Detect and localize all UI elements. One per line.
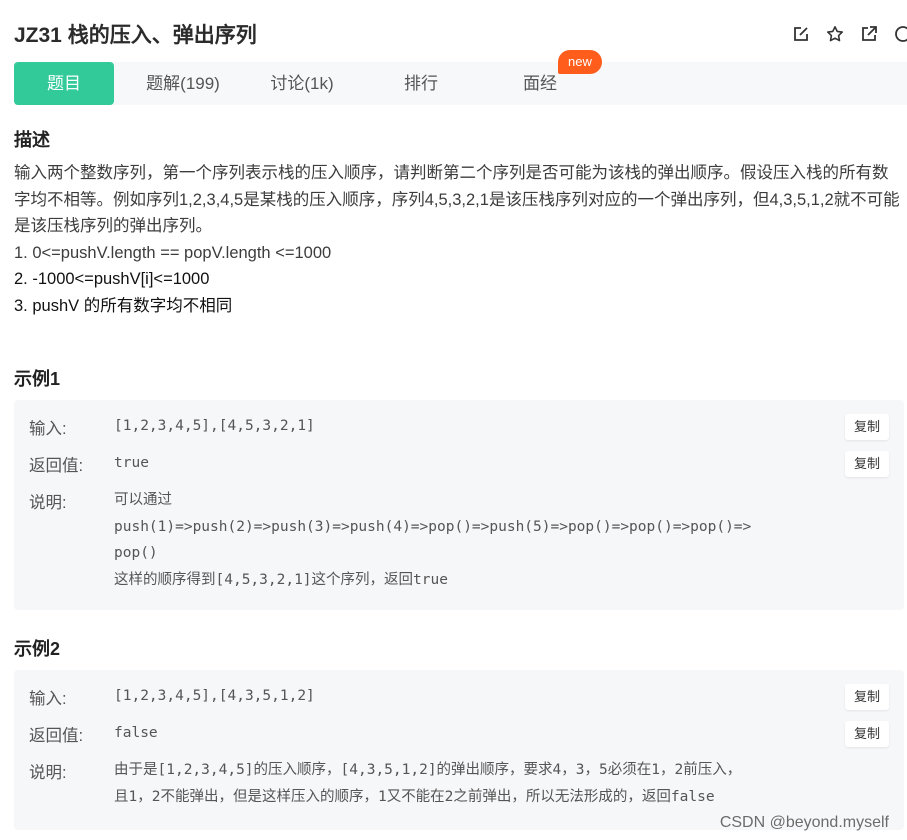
description-paragraph: 输入两个整数序列，第一个序列表示栈的压入顺序，请判断第二个序列是否可能为该栈的弹…: [14, 164, 900, 235]
example2-input-row: 输入: [1,2,3,4,5],[4,3,5,1,2] 复制: [29, 684, 889, 715]
constraint-3: 3. pushV 的所有数字均不相同: [14, 296, 233, 315]
example2-input-value: [1,2,3,4,5],[4,3,5,1,2]: [114, 688, 315, 704]
explain-line: 且1，2不能弹出，但是这样压入的顺序，1又不能在2之前弹出，所以无法形成的，返回…: [114, 788, 715, 805]
output-label: 返回值:: [29, 457, 84, 475]
example1-heading: 示例1: [14, 369, 61, 389]
example2-output-row: 返回值: false 复制: [29, 721, 889, 752]
example2-heading: 示例2: [14, 639, 61, 659]
example1-input-value: [1,2,3,4,5],[4,5,3,2,1]: [114, 418, 315, 434]
example1-explain-row: 说明: 可以通过 push(1)=>push(2)=>push(3)=>push…: [29, 489, 889, 599]
example1-output-row: 返回值: true 复制: [29, 451, 889, 482]
constraint-2: 2. -1000<=pushV[i]<=1000: [14, 270, 210, 288]
input-label: 输入:: [29, 420, 67, 438]
example1-input-row: 输入: [1,2,3,4,5],[4,5,3,2,1] 复制: [29, 414, 889, 445]
explain-label: 说明:: [29, 494, 67, 512]
tab-ranking[interactable]: 排行: [371, 62, 471, 105]
tab-discussion[interactable]: 讨论(1k): [252, 62, 352, 105]
explain-line: pop(): [114, 545, 158, 561]
copy-button[interactable]: 复制: [845, 414, 889, 440]
problem-header: JZ31 栈的压入、弹出序列: [14, 20, 907, 52]
example2-explain-text: 由于是[1,2,3,4,5]的压入顺序，[4,3,5,1,2]的弹出顺序，要求4…: [114, 757, 859, 810]
example1-output-value: true: [114, 455, 149, 471]
example1-explain-text: 可以通过 push(1)=>push(2)=>push(3)=>push(4)=…: [114, 487, 859, 593]
external-link-icon[interactable]: [859, 24, 879, 44]
star-icon[interactable]: [825, 24, 845, 44]
description-body: 输入两个整数序列，第一个序列表示栈的压入顺序，请判断第二个序列是否可能为该栈的弹…: [14, 160, 904, 319]
constraint-1: 1. 0<=pushV.length == popV.length <=1000: [14, 243, 332, 262]
explain-line: 可以通过: [114, 492, 172, 508]
example2-explain-row: 说明: 由于是[1,2,3,4,5]的压入顺序，[4,3,5,1,2]的弹出顺序…: [29, 759, 889, 819]
explain-line: 由于是[1,2,3,4,5]的压入顺序，[4,3,5,1,2]的弹出顺序，要求4…: [114, 762, 742, 778]
watermark: CSDN @beyond.myself: [719, 814, 889, 831]
explain-line: 这样的顺序得到[4,5,3,2,1]这个序列，返回true: [114, 571, 448, 588]
explain-label: 说明:: [29, 764, 67, 782]
explain-line: push(1)=>push(2)=>push(3)=>push(4)=>pop(…: [114, 518, 752, 535]
page-title: JZ31 栈的压入、弹出序列: [14, 24, 257, 47]
new-badge: new: [558, 50, 602, 74]
tab-solutions[interactable]: 题解(199): [133, 62, 233, 105]
header-actions: [791, 24, 907, 44]
tab-problem[interactable]: 题目: [14, 62, 114, 105]
input-label: 输入:: [29, 690, 67, 708]
example1-box: 输入: [1,2,3,4,5],[4,5,3,2,1] 复制 返回值: true…: [14, 400, 904, 610]
more-icon[interactable]: [893, 24, 907, 44]
copy-button[interactable]: 复制: [845, 684, 889, 710]
problem-tabs: 题目 题解(199) 讨论(1k) 排行 面经: [14, 62, 907, 105]
example2-box: 输入: [1,2,3,4,5],[4,3,5,1,2] 复制 返回值: fals…: [14, 670, 904, 830]
copy-button[interactable]: 复制: [845, 721, 889, 747]
example2-output-value: false: [114, 725, 158, 741]
copy-button[interactable]: 复制: [845, 451, 889, 477]
edit-icon[interactable]: [791, 24, 811, 44]
output-label: 返回值:: [29, 727, 84, 745]
description-heading: 描述: [14, 130, 50, 150]
